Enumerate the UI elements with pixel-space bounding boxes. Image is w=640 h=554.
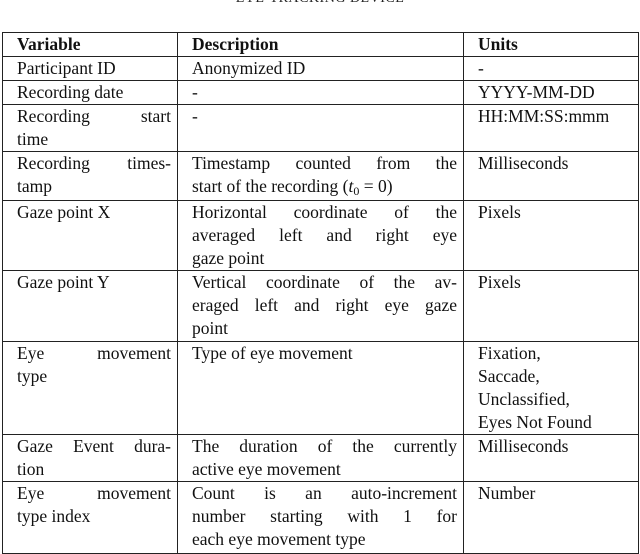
cell-text: Count is an auto-increment (192, 483, 457, 503)
cell-description: - (177, 80, 464, 105)
cell-text: - (478, 58, 484, 78)
cell-text: Eyes Not Found (478, 412, 592, 432)
cell-text: start of the recording ( (192, 176, 349, 196)
cell-text: Participant ID (17, 58, 116, 78)
cell-text: eraged left and right eye gaze (192, 295, 457, 315)
cell-text: Eye movement (17, 343, 171, 363)
cell-text: Recording date (17, 82, 124, 102)
cell-variable: Participant ID (2, 56, 178, 81)
cell-text: time (17, 129, 49, 149)
table-row: Gaze Event dura- tion The duration of th… (2, 434, 639, 482)
table-row: Recording date - YYYY-MM-DD (2, 80, 639, 105)
cell-text: tamp (17, 176, 52, 196)
cell-variable: Recording date (2, 80, 178, 105)
cell-units: Number (463, 481, 639, 554)
table-row: Gaze point X Horizontal coordinate of th… (2, 200, 639, 271)
table-row: Eye movement type index Count is an auto… (2, 481, 639, 554)
cell-units: Milliseconds (463, 151, 639, 201)
variables-table: Variable Description Units Participant I… (2, 32, 639, 554)
cell-text: Timestamp counted from the (192, 153, 457, 173)
table-caption: EYE-TRACKING DEVICE (0, 0, 640, 7)
cell-variable: Gaze point Y (2, 270, 178, 342)
header-description: Description (177, 32, 464, 57)
cell-text: tion (17, 459, 45, 479)
table-row: Recording start time - HH:MM:SS:mmm (2, 104, 639, 152)
cell-text: Gaze point X (17, 202, 111, 222)
cell-units: Pixels (463, 270, 639, 342)
cell-text: each eye movement type (192, 529, 366, 549)
cell-text: Saccade, (478, 366, 540, 386)
cell-text: Recording times- (17, 153, 171, 173)
cell-text: Fixation, (478, 343, 541, 363)
cell-text: active eye movement (192, 459, 341, 479)
table-header-row: Variable Description Units (2, 32, 639, 57)
cell-description: Anonymized ID (177, 56, 464, 81)
cell-text: HH:MM:SS:mmm (478, 106, 610, 126)
cell-description: The duration of the currently active eye… (177, 434, 464, 482)
cell-text: type (17, 366, 48, 386)
cell-text: Type of eye movement (192, 343, 353, 363)
table-row: Participant ID Anonymized ID - (2, 56, 639, 81)
cell-text: gaze point (192, 248, 265, 268)
cell-text: YYYY-MM-DD (478, 82, 595, 102)
cell-units: YYYY-MM-DD (463, 80, 639, 105)
cell-description: Vertical coordinate of the av- eraged le… (177, 270, 464, 342)
cell-variable: Gaze Event dura- tion (2, 434, 178, 482)
cell-text: Vertical coordinate of the av- (192, 272, 457, 292)
cell-text: Eye movement (17, 483, 171, 503)
cell-text: Unclassified, (478, 389, 570, 409)
cell-text: - (192, 82, 198, 102)
cell-text: Gaze Event dura- (17, 436, 171, 456)
cell-units: - (463, 56, 639, 81)
cell-text: averaged left and right eye (192, 225, 457, 245)
cell-text: Pixels (478, 202, 521, 222)
cell-text: Gaze point Y (17, 272, 110, 292)
cell-text: Recording start (17, 106, 171, 126)
cell-variable: Gaze point X (2, 200, 178, 271)
cell-text: - (192, 106, 198, 126)
cell-text-math: start of the recording (t0 = 0) (192, 175, 457, 198)
header-units: Units (463, 32, 639, 57)
cell-text: point (192, 318, 228, 338)
cell-units: Milliseconds (463, 434, 639, 482)
math-rest: = 0) (359, 176, 393, 196)
cell-text: Horizontal coordinate of the (192, 202, 457, 222)
cell-description: Type of eye movement (177, 341, 464, 435)
table-row: Eye movement type Type of eye movement F… (2, 341, 639, 435)
cell-variable: Eye movement type index (2, 481, 178, 554)
cell-variable: Eye movement type (2, 341, 178, 435)
cell-text: Milliseconds (478, 153, 569, 173)
cell-variable: Recording times- tamp (2, 151, 178, 201)
table-row: Gaze point Y Vertical coordinate of the … (2, 270, 639, 342)
cell-description: - (177, 104, 464, 152)
cell-units: Pixels (463, 200, 639, 271)
cell-text: Number (478, 483, 536, 503)
cell-text: Pixels (478, 272, 521, 292)
cell-description: Count is an auto-increment number starti… (177, 481, 464, 554)
cell-description: Horizontal coordinate of the averaged le… (177, 200, 464, 271)
cell-text: The duration of the currently (192, 436, 457, 456)
header-variable: Variable (2, 32, 178, 57)
cell-units: Fixation, Saccade, Unclassified, Eyes No… (463, 341, 639, 435)
table-row: Recording times- tamp Timestamp counted … (2, 151, 639, 201)
cell-text: number starting with 1 for (192, 506, 457, 526)
cell-text: Anonymized ID (192, 58, 306, 78)
cell-text: type index (17, 506, 91, 526)
cell-description: Timestamp counted from the start of the … (177, 151, 464, 201)
cell-units: HH:MM:SS:mmm (463, 104, 639, 152)
cell-text: Milliseconds (478, 436, 569, 456)
cell-variable: Recording start time (2, 104, 178, 152)
